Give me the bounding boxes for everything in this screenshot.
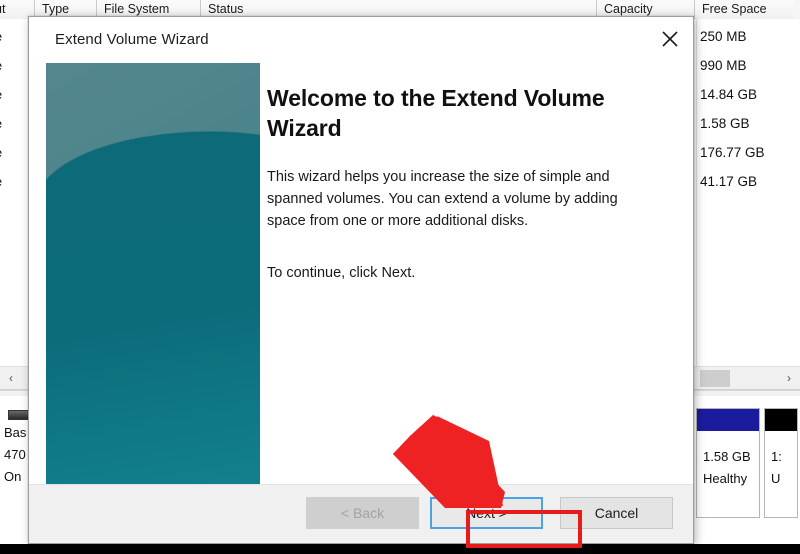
window-bottom-edge [0, 544, 800, 554]
scroll-right-arrow-icon[interactable]: › [778, 367, 800, 389]
back-button[interactable]: < Back [306, 497, 419, 529]
volume-status: Healthy [703, 471, 748, 486]
volume-color-bar [765, 409, 797, 431]
volume-block[interactable]: 1.58 GB Healthy [696, 408, 760, 518]
wizard-description: This wizard helps you increase the size … [267, 169, 618, 229]
volume-capacity: 1.58 GB [703, 449, 751, 464]
volume-capacity: 1: [771, 449, 782, 464]
dialog-titlebar[interactable]: Extend Volume Wizard [29, 17, 693, 63]
dialog-footer: < Back Next > Cancel [29, 484, 693, 543]
cancel-button[interactable]: Cancel [560, 497, 673, 529]
cell-free-space: 1.58 GB [700, 116, 750, 131]
dialog-body: Welcome to the Extend Volume Wizard This… [29, 63, 693, 508]
close-icon[interactable] [647, 17, 693, 61]
column-header-free-space[interactable]: Free Space [694, 0, 794, 19]
extend-volume-wizard-dialog: Extend Volume Wizard Welcome to the Exte… [28, 16, 694, 544]
scrollbar-thumb[interactable] [700, 370, 730, 387]
volume-status: U [771, 471, 781, 486]
wizard-banner-image [46, 63, 260, 508]
page-title: Welcome to the Extend Volume Wizard [267, 85, 605, 141]
dialog-title: Extend Volume Wizard [55, 31, 209, 48]
cell-free-space: 250 MB [700, 29, 747, 44]
wizard-content: Welcome to the Extend Volume Wizard This… [267, 63, 669, 284]
cell-free-space: 176.77 GB [700, 145, 765, 160]
volume-color-bar [697, 409, 759, 431]
cell-free-space: 990 MB [700, 58, 747, 73]
screen: ut Type File System Status Capacity Free… [0, 0, 800, 554]
next-button[interactable]: Next > [430, 497, 543, 529]
scroll-left-arrow-icon[interactable]: ‹ [0, 367, 22, 389]
volume-block[interactable]: 1: U [764, 408, 798, 518]
wizard-continue-hint: To continue, click Next. [267, 265, 416, 281]
cell-free-space: 14.84 GB [700, 87, 758, 102]
cell-free-space: 41.17 GB [700, 174, 758, 189]
